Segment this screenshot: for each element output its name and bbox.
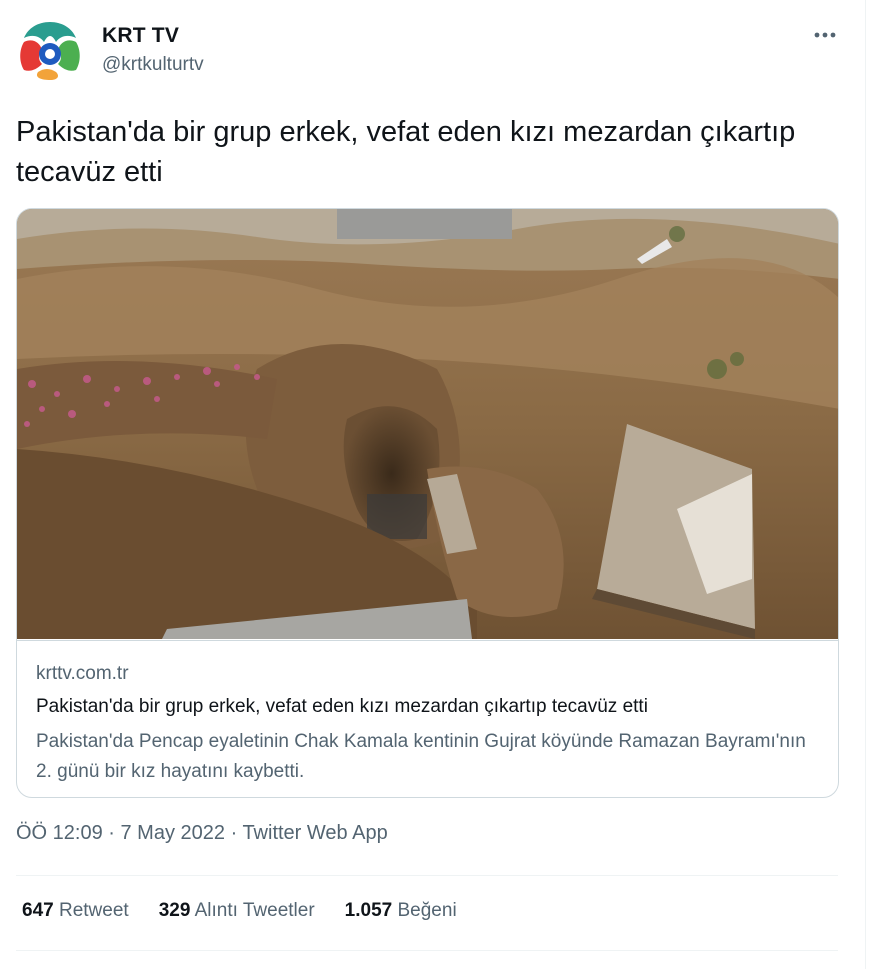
tweet-source[interactable]: Twitter Web App: [242, 822, 387, 844]
krt-logo-icon: [16, 16, 84, 84]
tweet-text: Pakistan'da bir grup erkek, vefat eden k…: [16, 116, 796, 188]
grave-photo: [17, 209, 838, 639]
avatar[interactable]: [16, 16, 84, 84]
tweet-header: KRT TV @krtkulturtv: [16, 14, 840, 86]
link-card[interactable]: krttv.com.tr Pakistan'da bir grup erkek,…: [16, 208, 839, 798]
quote-tweet-count[interactable]: 329 Alıntı Tweetler: [159, 900, 315, 922]
author-name[interactable]: KRT TV: [102, 24, 179, 48]
tweet-time[interactable]: ÖÖ 12:09: [16, 822, 103, 844]
card-image[interactable]: [17, 209, 838, 639]
author-handle[interactable]: @krtkulturtv: [102, 54, 204, 76]
card-description: Pakistan'da Pencap eyaletinin Chak Kamal…: [36, 731, 806, 782]
right-edge-rule: [865, 0, 866, 969]
tweet-meta: ÖÖ 12:09 · 7 May 2022 · Twitter Web App: [16, 822, 388, 845]
card-domain: krttv.com.tr: [36, 663, 129, 684]
meta-separator: ·: [225, 822, 243, 844]
quote-label: Alıntı Tweetler: [194, 900, 315, 921]
meta-separator: ·: [102, 822, 121, 844]
more-dots-icon: [814, 32, 836, 38]
card-title: Pakistan'da bir grup erkek, vefat eden k…: [36, 696, 648, 717]
retweet-label: Retweet: [58, 900, 129, 921]
like-label: Beğeni: [397, 900, 457, 921]
quote-number: 329: [158, 900, 191, 921]
retweet-number: 647: [22, 900, 54, 921]
tweet-date[interactable]: 7 May 2022: [121, 822, 226, 844]
like-count[interactable]: 1.057 Beğeni: [345, 900, 457, 922]
card-body[interactable]: krttv.com.tr Pakistan'da bir grup erkek,…: [17, 640, 838, 797]
more-options-button[interactable]: [810, 20, 840, 50]
like-number: 1.057: [344, 900, 393, 921]
tweet-stats: 647 Retweet 329 Alıntı Tweetler 1.057 Be…: [22, 900, 487, 922]
divider: [16, 875, 838, 876]
divider: [16, 950, 838, 951]
retweet-count[interactable]: 647 Retweet: [22, 900, 129, 922]
